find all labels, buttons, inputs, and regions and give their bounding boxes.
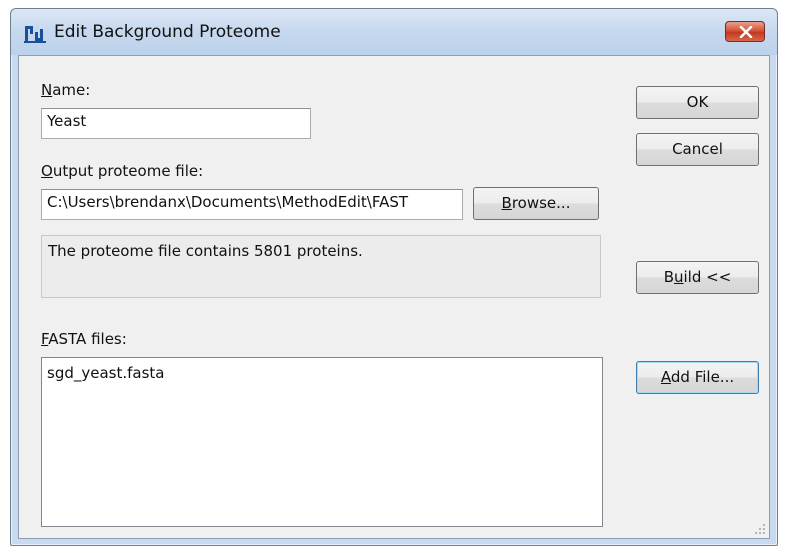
skyline-app-icon bbox=[24, 23, 46, 43]
list-item[interactable]: sgd_yeast.fasta bbox=[47, 364, 597, 382]
fasta-files-list[interactable]: sgd_yeast.fasta bbox=[41, 357, 603, 527]
close-button[interactable] bbox=[725, 21, 765, 42]
resize-grip-icon[interactable] bbox=[754, 523, 766, 535]
build-button[interactable]: Build << bbox=[636, 261, 759, 294]
ok-button[interactable]: OK bbox=[636, 86, 759, 119]
window-title: Edit Background Proteome bbox=[54, 22, 281, 42]
output-proteome-file-input[interactable]: C:\Users\brendanx\Documents\MethodEdit\F… bbox=[41, 189, 463, 220]
browse-button[interactable]: Browse... bbox=[473, 187, 599, 220]
dialog-client-area: Name: Yeast Output proteome file: C:\Use… bbox=[18, 55, 770, 539]
name-input[interactable]: Yeast bbox=[41, 108, 311, 139]
fasta-files-label: FASTA files: bbox=[41, 330, 127, 348]
output-proteome-file-label: Output proteome file: bbox=[41, 162, 204, 180]
edit-background-proteome-dialog: Edit Background Proteome Name: Yeast Out… bbox=[10, 8, 778, 546]
name-label: Name: bbox=[41, 81, 91, 99]
title-bar[interactable]: Edit Background Proteome bbox=[11, 9, 777, 55]
proteome-status-box: The proteome file contains 5801 proteins… bbox=[41, 235, 601, 298]
add-file-button[interactable]: Add File... bbox=[636, 361, 759, 394]
cancel-button[interactable]: Cancel bbox=[636, 133, 759, 166]
proteome-status-message: The proteome file contains 5801 proteins… bbox=[48, 242, 363, 260]
close-icon bbox=[739, 26, 753, 38]
